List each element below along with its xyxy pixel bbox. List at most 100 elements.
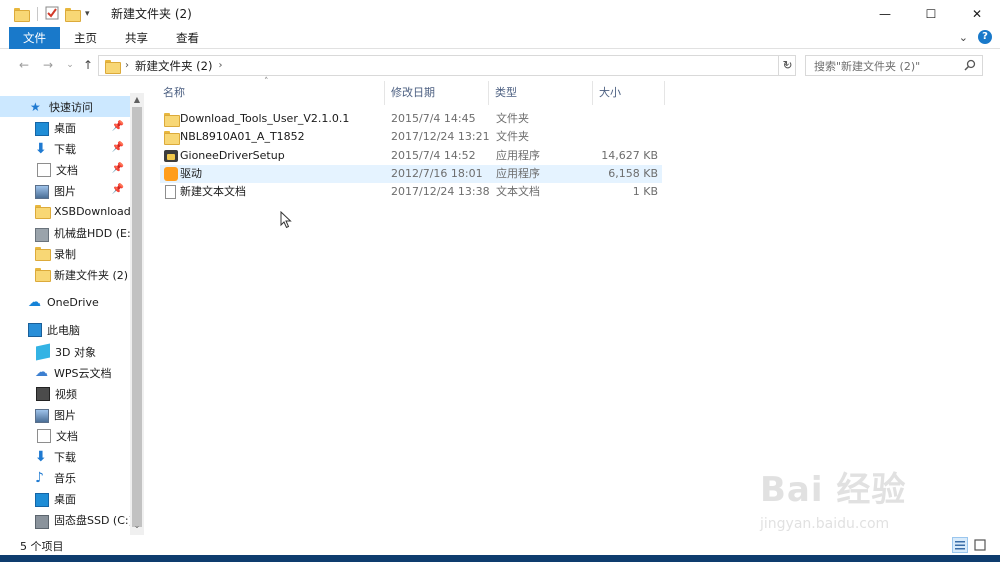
sidebar-item-label: 快速访问: [49, 100, 93, 114]
file-row[interactable]: 新建文本文档 2017/12/24 13:38 文本文档 1 KB: [160, 183, 662, 201]
folder-icon: [164, 112, 180, 127]
sidebar-item-pc-desktop[interactable]: 桌面: [0, 488, 130, 509]
file-size: [580, 128, 658, 146]
sidebar-item-label: OneDrive: [47, 296, 99, 309]
file-name: Download_Tools_User_V2.1.0.1: [180, 112, 350, 125]
sidebar-item-label: 下载: [54, 450, 76, 464]
qat-dropdown-icon[interactable]: ▾: [85, 6, 101, 22]
file-row[interactable]: Download_Tools_User_V2.1.0.1 2015/7/4 14…: [160, 110, 662, 128]
desktop-icon: [35, 492, 49, 507]
sidebar-item-3d-objects[interactable]: 3D 对象: [0, 341, 130, 362]
sidebar-item-label: 文档: [56, 429, 78, 443]
search-icon[interactable]: [964, 59, 976, 71]
sidebar-scrollbar[interactable]: ▲ ⌄: [130, 93, 144, 535]
search-input[interactable]: 搜索"新建文件夹 (2)": [805, 55, 983, 76]
file-row[interactable]: 驱动 2012/7/16 18:01 应用程序 6,158 KB: [160, 165, 662, 183]
desktop-icon: [35, 121, 49, 136]
sidebar-item-quick-access[interactable]: ★ 快速访问: [0, 96, 130, 117]
recent-locations-button[interactable]: ⌄: [62, 57, 78, 73]
file-name: 驱动: [180, 167, 202, 180]
file-date: 2012/7/16 18:01: [391, 167, 483, 180]
help-icon[interactable]: ?: [978, 30, 992, 44]
column-header-name[interactable]: 名称: [157, 81, 385, 105]
ssd-icon: [35, 514, 49, 529]
scroll-up-icon[interactable]: ▲: [133, 95, 141, 104]
up-button[interactable]: ↑: [80, 57, 96, 73]
sidebar-item-music[interactable]: ♪ 音乐: [0, 467, 130, 488]
folder-icon: [35, 267, 51, 282]
window-title: 新建文件夹 (2): [111, 7, 192, 21]
column-header-date[interactable]: 修改日期: [385, 81, 489, 105]
document-icon: [37, 428, 51, 443]
sidebar-item-label: 下载: [54, 142, 76, 156]
scrollbar-thumb[interactable]: [132, 107, 142, 527]
folder-icon: [35, 246, 51, 261]
file-type: 文件夹: [496, 130, 529, 143]
file-row[interactable]: GioneeDriverSetup 2015/7/4 14:52 应用程序 14…: [160, 147, 662, 165]
sidebar-item-label: 图片: [54, 184, 76, 198]
tab-file[interactable]: 文件: [9, 26, 60, 49]
large-icons-view-icon[interactable]: [972, 537, 988, 553]
sidebar-item-xsbdownload[interactable]: XSBDownload: [0, 201, 131, 222]
breadcrumb[interactable]: 新建文件夹 (2): [135, 58, 212, 74]
sidebar-item-videos[interactable]: 视频: [0, 383, 130, 404]
file-row[interactable]: NBL8910A01_A_T1852 2017/12/24 13:21 文件夹: [160, 128, 662, 146]
download-icon: ⬇: [35, 448, 47, 465]
tab-home[interactable]: 主页: [60, 27, 111, 49]
refresh-button[interactable]: ↻: [778, 55, 796, 76]
file-name: NBL8910A01_A_T1852: [180, 130, 305, 143]
sidebar-item-wps-cloud[interactable]: ☁ WPS云文档: [0, 362, 130, 383]
close-button[interactable]: ✕: [954, 0, 1000, 27]
sidebar-item-recordings[interactable]: 录制: [0, 243, 130, 264]
sidebar-item-documents[interactable]: 文档 📌: [0, 159, 130, 180]
file-size: [580, 110, 658, 128]
drive-icon: [35, 227, 49, 242]
sidebar-item-downloads[interactable]: ⬇ 下载 📌: [0, 138, 130, 159]
tab-view[interactable]: 查看: [162, 27, 213, 49]
forward-button[interactable]: →: [40, 57, 56, 73]
folder-icon: [164, 130, 180, 145]
column-header-size[interactable]: 大小: [593, 81, 665, 105]
window-controls: — ☐ ✕: [862, 0, 1000, 27]
navigation-pane: ★ 快速访问 桌面 📌 ⬇ 下载 📌 文档 📌 图片 📌 XSBDownload: [0, 93, 144, 535]
details-view-icon[interactable]: [952, 537, 968, 553]
back-button[interactable]: ←: [16, 57, 32, 73]
file-type: 文件夹: [496, 112, 529, 125]
sidebar-item-desktop[interactable]: 桌面 📌: [0, 117, 130, 138]
sidebar-item-label: XSBDownload: [54, 205, 131, 218]
breadcrumb-separator[interactable]: ›: [218, 60, 222, 71]
driver-app-icon: [164, 167, 178, 181]
scroll-down-icon[interactable]: ⌄: [133, 521, 141, 530]
file-date: 2015/7/4 14:52: [391, 149, 476, 162]
sidebar-item-label: 机械盘HDD (E:): [54, 226, 135, 240]
sidebar-item-hdd-e[interactable]: 机械盘HDD (E:): [0, 222, 135, 243]
quick-access-toolbar: ▾: [0, 0, 101, 27]
sidebar-item-pc-documents[interactable]: 文档: [0, 425, 130, 446]
explorer-window: ▾ 新建文件夹 (2) — ☐ ✕ 文件 主页 共享 查看 ⌄ ? ← → ⌄ …: [0, 0, 1000, 562]
folder-icon: [35, 204, 51, 219]
sidebar-item-pc-pictures[interactable]: 图片: [0, 404, 130, 425]
baidu-jingyan-watermark: Bai 经验 jingyan.baidu.com: [760, 452, 980, 542]
expand-ribbon-icon[interactable]: ⌄: [959, 31, 968, 44]
new-folder-icon[interactable]: [65, 6, 81, 22]
sidebar-item-this-pc[interactable]: 此电脑: [0, 319, 130, 340]
pictures-icon: [35, 184, 49, 199]
sidebar-item-label: 桌面: [54, 121, 76, 135]
sidebar-item-label: 音乐: [54, 471, 76, 485]
sidebar-item-new-folder-2[interactable]: 新建文件夹 (2): [0, 264, 130, 285]
maximize-button[interactable]: ☐: [908, 0, 954, 27]
file-name: 新建文本文档: [180, 185, 246, 198]
breadcrumb-separator[interactable]: ›: [125, 60, 129, 71]
sidebar-item-ssd-c[interactable]: 固态盘SSD (C:): [0, 509, 133, 530]
folder-icon: [105, 57, 121, 75]
video-icon: [36, 386, 50, 401]
sidebar-item-onedrive[interactable]: ☁ OneDrive: [0, 292, 130, 313]
minimize-button[interactable]: —: [862, 0, 908, 27]
pin-icon: 📌: [111, 142, 124, 153]
address-bar[interactable]: › 新建文件夹 (2) › ⌄: [98, 55, 796, 76]
properties-icon[interactable]: [45, 6, 61, 22]
column-header-type[interactable]: 类型: [489, 81, 593, 105]
sidebar-item-pictures[interactable]: 图片 📌: [0, 180, 130, 201]
sidebar-item-pc-downloads[interactable]: ⬇ 下载: [0, 446, 130, 467]
tab-share[interactable]: 共享: [111, 27, 162, 49]
